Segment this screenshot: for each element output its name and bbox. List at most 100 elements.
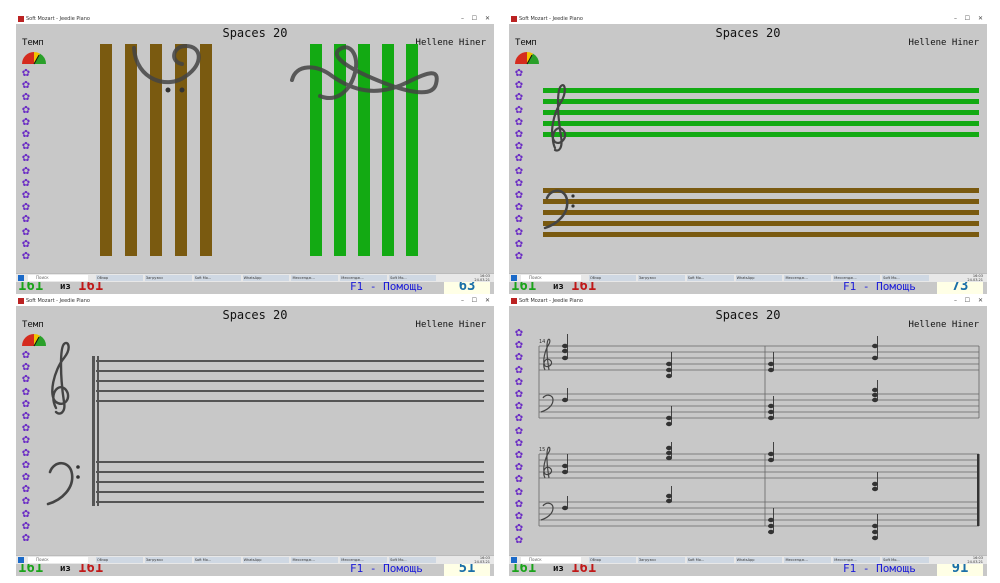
- start-button[interactable]: [18, 557, 24, 563]
- minimize-button[interactable]: –: [461, 296, 464, 306]
- taskbar-app[interactable]: Загрузки: [144, 275, 192, 281]
- taskbar-app[interactable]: Мессендж...: [784, 557, 832, 563]
- bass-clef-icon: [540, 502, 554, 521]
- clock-date: 24.03.21: [474, 278, 490, 282]
- maximize-button[interactable]: ☐: [472, 296, 477, 306]
- app-icon: [18, 298, 24, 304]
- clock-date: 24.03.21: [967, 278, 983, 282]
- note-stem: [773, 442, 774, 460]
- note-stem: [671, 486, 672, 501]
- title-bar: Soft Mozart - Jeedie Piano – ☐ ✕: [16, 14, 494, 24]
- lesson-stage[interactable]: Spaces 20 Hellene Hiner Темп ✿ ✿ ✿ ✿ ✿ ✿ ✿ ✿ ✿ ✿ ✿…: [16, 24, 494, 294]
- windows-taskbar: Поиск Обзор Загрузки Soft Mo... WhatsApp Мес…: [16, 273, 494, 282]
- maximize-button[interactable]: ☐: [965, 296, 970, 306]
- taskbar-app[interactable]: Soft Mo...: [882, 275, 930, 281]
- taskbar-app[interactable]: Мессендж...: [340, 275, 388, 281]
- taskbar-app[interactable]: Загрузки: [144, 557, 192, 563]
- note-stem: [877, 380, 878, 400]
- taskbar-clock[interactable]: 16:03 24.03.21: [474, 274, 490, 282]
- bass-clef-dot-icon: [571, 204, 575, 208]
- start-button[interactable]: [511, 275, 517, 281]
- lesson-stage[interactable]: Spaces 20 Hellene Hiner Темп ✿ ✿ ✿ ✿ ✿ ✿ ✿ ✿ ✿ ✿ ✿…: [16, 306, 494, 576]
- taskbar-app[interactable]: Soft Mo...: [686, 557, 734, 563]
- sheet-music-area[interactable]: 14 15: [509, 306, 987, 560]
- taskbar-app[interactable]: Soft Mo...: [686, 275, 734, 281]
- horizontal-staff-area[interactable]: [509, 24, 987, 278]
- taskbar-app[interactable]: Soft Mo...: [193, 557, 241, 563]
- note-stem: [773, 396, 774, 418]
- taskbar-app[interactable]: Обзор: [589, 275, 636, 281]
- taskbar-clock[interactable]: 16:03 24.03.21: [967, 556, 983, 564]
- taskbar-app[interactable]: Обзор: [96, 275, 143, 281]
- taskbar-search-input[interactable]: Поиск: [521, 557, 581, 563]
- windows-taskbar: Поиск Обзор Загрузки Soft Mo... WhatsApp Мес…: [509, 555, 987, 564]
- taskbar-app[interactable]: Soft Mo...: [389, 557, 437, 563]
- taskbar-app[interactable]: WhatsApp: [735, 275, 783, 281]
- bass-staff-brown: [543, 188, 979, 237]
- close-button[interactable]: ✕: [978, 296, 983, 306]
- minimize-button[interactable]: –: [954, 296, 957, 306]
- window-title: Soft Mozart - Jeedie Piano: [519, 16, 583, 22]
- lesson-stage[interactable]: Spaces 20 Hellene Hiner Темп ✿ ✿ ✿ ✿ ✿ ✿ ✿ ✿ ✿ ✿ ✿…: [509, 24, 987, 294]
- notes: [562, 334, 878, 541]
- app-window: Soft Mozart - Jeedie Piano – ☐ ✕ Spaces …: [509, 14, 987, 294]
- note-stem: [671, 352, 672, 376]
- taskbar-app[interactable]: Обзор: [589, 557, 636, 563]
- maximize-button[interactable]: ☐: [472, 14, 477, 24]
- taskbar-app[interactable]: WhatsApp: [735, 557, 783, 563]
- vertical-staff-area[interactable]: [16, 24, 494, 278]
- taskbar-app[interactable]: Мессендж...: [784, 275, 832, 281]
- bass-clef-icon: [540, 394, 554, 413]
- taskbar-app[interactable]: Мессендж...: [833, 557, 881, 563]
- grand-staff-area[interactable]: [16, 306, 494, 560]
- lesson-stage[interactable]: Spaces 20 Hellene Hiner ✿ ✿ ✿ ✿ ✿ ✿ ✿ ✿ ✿ ✿ ✿ ✿ ✿ ✿ ✿ ✿…: [509, 306, 987, 576]
- start-button[interactable]: [18, 275, 24, 281]
- taskbar-clock[interactable]: 16:03 24.03.21: [474, 556, 490, 564]
- treble-staff: [96, 360, 484, 402]
- taskbar-app[interactable]: Soft Mo...: [882, 557, 930, 563]
- bass-staff-vertical: [100, 44, 212, 256]
- bass-clef-icon: [46, 461, 74, 506]
- bass-clef-icon: [132, 43, 201, 85]
- window-title: Soft Mozart - Jeedie Piano: [519, 298, 583, 304]
- clefs: [540, 338, 554, 521]
- clock-date: 24.03.21: [474, 560, 490, 564]
- taskbar-app[interactable]: Soft Mo...: [389, 275, 437, 281]
- taskbar-search-input[interactable]: Поиск: [28, 275, 88, 281]
- taskbar-app[interactable]: Обзор: [96, 557, 143, 563]
- window-title: Soft Mozart - Jeedie Piano: [26, 298, 90, 304]
- maximize-button[interactable]: ☐: [965, 14, 970, 24]
- treble-clef-icon: [51, 341, 70, 415]
- taskbar-search-input[interactable]: Поиск: [28, 557, 88, 563]
- taskbar-app[interactable]: Мессендж...: [291, 557, 339, 563]
- note-stem: [567, 388, 568, 400]
- close-button[interactable]: ✕: [978, 14, 983, 24]
- taskbar-clock[interactable]: 16:03 24.03.21: [967, 274, 983, 282]
- taskbar-search-input[interactable]: Поиск: [521, 275, 581, 281]
- start-button[interactable]: [511, 557, 517, 563]
- close-button[interactable]: ✕: [485, 296, 490, 306]
- app-window: Soft Mozart - Jeedie Piano – ☐ ✕ Spaces …: [509, 296, 987, 576]
- minimize-button[interactable]: –: [954, 14, 957, 24]
- app-icon: [18, 16, 24, 22]
- windows-taskbar: Поиск Обзор Загрузки Soft Mo... WhatsApp Мес…: [509, 273, 987, 282]
- note-stem: [877, 336, 878, 358]
- taskbar-app[interactable]: Загрузки: [637, 557, 685, 563]
- taskbar-app[interactable]: Мессендж...: [291, 275, 339, 281]
- title-bar: Soft Mozart - Jeedie Piano – ☐ ✕: [509, 296, 987, 306]
- counter-of-label: из: [60, 564, 71, 574]
- note-stem: [773, 508, 774, 532]
- taskbar-app[interactable]: Мессендж...: [833, 275, 881, 281]
- counter-of-label: из: [60, 282, 71, 292]
- taskbar-app[interactable]: Загрузки: [637, 275, 685, 281]
- taskbar-app[interactable]: WhatsApp: [242, 275, 290, 281]
- taskbar-app[interactable]: Soft Mo...: [193, 275, 241, 281]
- note-stem: [671, 406, 672, 424]
- bass-clef-dot-icon: [165, 87, 171, 93]
- close-button[interactable]: ✕: [485, 14, 490, 24]
- taskbar-app[interactable]: WhatsApp: [242, 557, 290, 563]
- taskbar-apps: Обзор Загрузки Soft Mo... WhatsApp Мессендж.…: [96, 275, 437, 281]
- measure-number: 14: [539, 339, 545, 345]
- minimize-button[interactable]: –: [461, 14, 464, 24]
- taskbar-app[interactable]: Мессендж...: [340, 557, 388, 563]
